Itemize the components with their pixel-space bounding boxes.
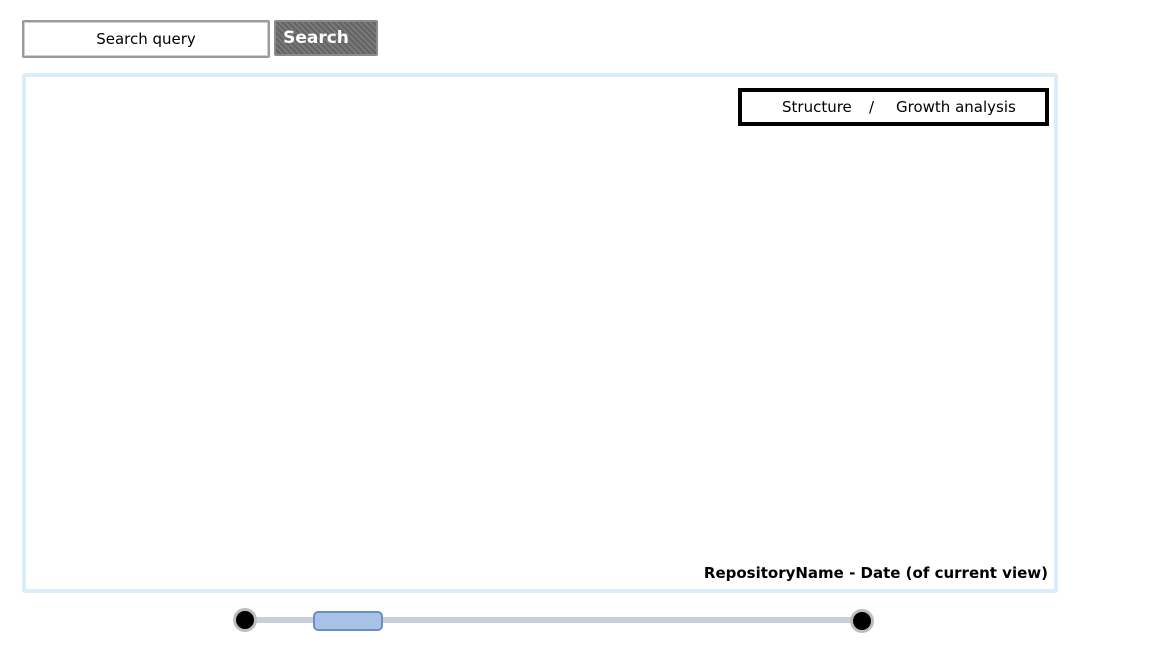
growth-analysis-view-option[interactable]: Growth analysis [896, 92, 1016, 122]
timeline-slider-handle[interactable] [313, 611, 383, 631]
view-toggle-separator: / [869, 98, 875, 116]
structure-view-option[interactable]: Structure [782, 92, 852, 122]
repository-date-label: RepositoryName - Date (of current view) [703, 564, 1048, 582]
visualization-canvas[interactable] [22, 73, 1058, 593]
search-input[interactable] [22, 20, 270, 58]
search-button-label: Search [283, 28, 349, 48]
view-toggle: Structure / Growth analysis [738, 88, 1049, 126]
timeline-start-endpoint [236, 611, 254, 629]
search-button[interactable]: Search [274, 20, 378, 56]
timeline-end-endpoint [853, 612, 871, 630]
